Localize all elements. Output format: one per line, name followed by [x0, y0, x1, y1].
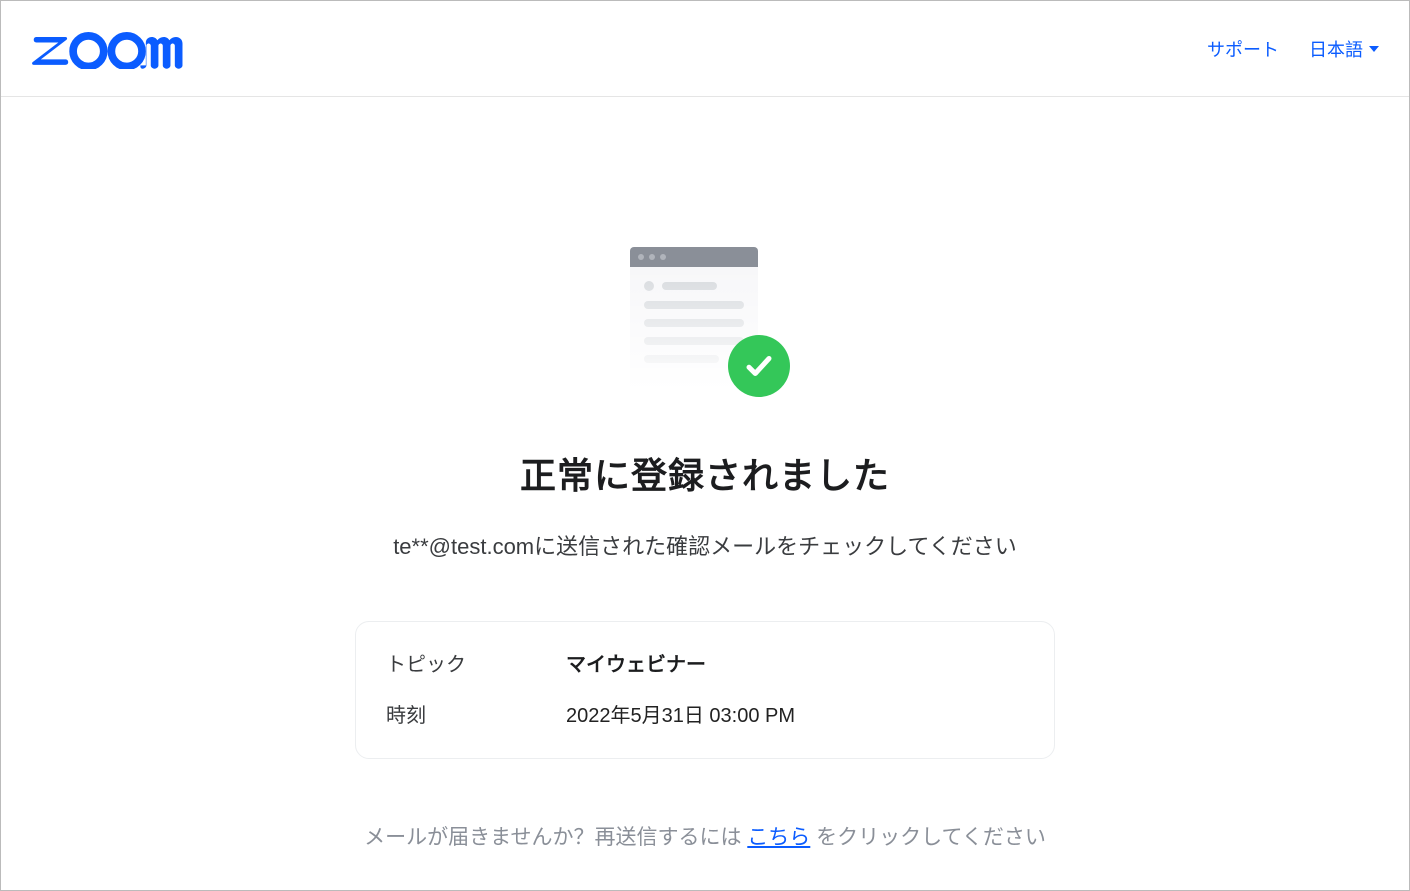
header-nav: サポート 日本語: [1207, 36, 1379, 62]
webinar-info-card: トピック マイウェビナー 時刻 2022年5月31日 03:00 PM: [355, 621, 1055, 759]
header: サポート 日本語: [1, 1, 1409, 97]
resend-suffix: をクリックしてください: [816, 826, 1046, 849]
page-title: 正常に登録されました: [520, 447, 890, 499]
support-link-label: サポート: [1207, 36, 1279, 62]
page-subtitle: te**@test.comに送信された確認メールをチェックしてください: [393, 529, 1017, 561]
topic-label: トピック: [386, 648, 566, 677]
language-selector-label: 日本語: [1309, 36, 1363, 62]
topic-value: マイウェビナー: [566, 648, 706, 677]
zoom-logo: [31, 29, 206, 69]
chevron-down-icon: [1369, 46, 1379, 52]
time-value: 2022年5月31日 03:00 PM: [566, 699, 795, 728]
support-link[interactable]: サポート: [1207, 36, 1279, 62]
info-row-topic: トピック マイウェビナー: [386, 648, 1024, 677]
info-row-time: 時刻 2022年5月31日 03:00 PM: [386, 699, 1024, 728]
resend-text: メールが届きませんか？再送信するには こちら をクリックしてください: [364, 821, 1046, 851]
time-label: 時刻: [386, 699, 566, 728]
main-content: 正常に登録されました te**@test.comに送信された確認メールをチェック…: [1, 97, 1409, 851]
language-selector[interactable]: 日本語: [1309, 36, 1379, 62]
resend-prefix: メールが届きませんか？再送信するには: [364, 826, 747, 849]
resend-link[interactable]: こちら: [747, 826, 810, 849]
checkmark-icon: [728, 335, 790, 397]
success-illustration: [620, 247, 790, 407]
